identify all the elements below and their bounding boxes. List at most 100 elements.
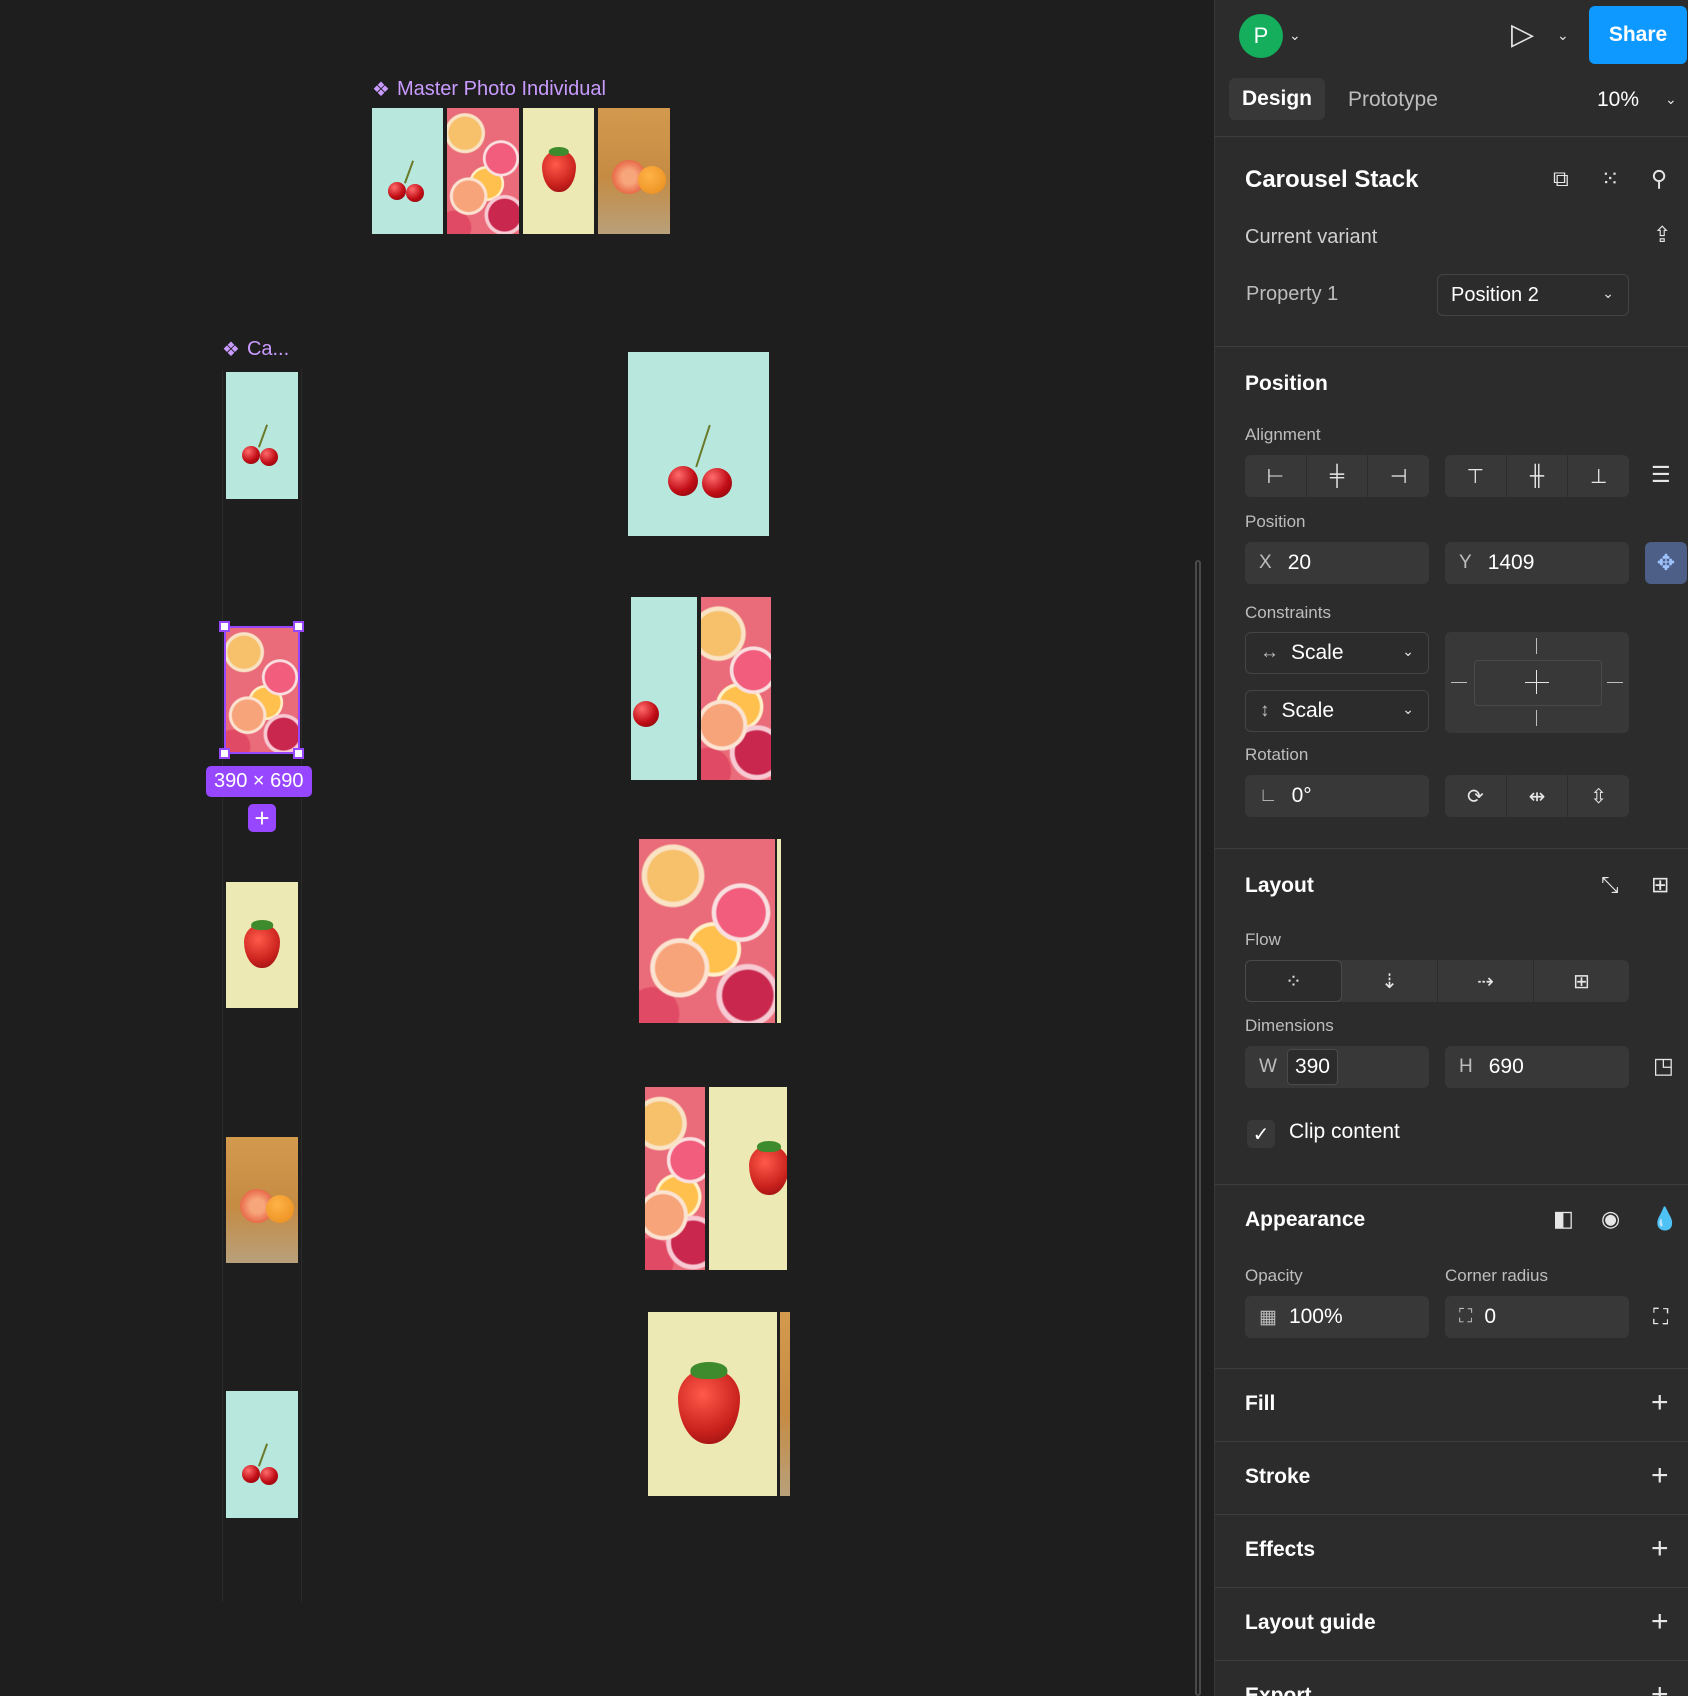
height-input[interactable]: H 690 [1445,1046,1629,1088]
dimensions-label: Dimensions [1245,1016,1334,1035]
angle-icon: ∟ [1259,785,1278,806]
clip-content-label: Clip content [1289,1120,1400,1143]
variant-position-4[interactable] [645,1087,787,1270]
master-photo-frame[interactable] [372,108,670,234]
publish-variant-icon[interactable]: ⇪ [1653,224,1671,246]
horizontal-constraint-select[interactable]: ↔ Scale ⌄ [1245,632,1429,674]
variants-grid-icon[interactable]: ⁙ [1601,168,1619,190]
go-to-main-component-icon[interactable]: ⧉ [1553,168,1569,190]
user-avatar[interactable]: P [1239,14,1283,58]
variant-position-2[interactable] [631,597,771,780]
share-button[interactable]: Share [1589,6,1687,64]
selection-size-badge: 390 × 690 [206,766,312,797]
align-bottom-icon[interactable]: ⊥ [1568,455,1629,497]
flip-horizontal-icon[interactable]: ⇹ [1507,775,1569,817]
variant-position-1[interactable] [628,352,769,536]
add-export-plus-icon[interactable]: + [1651,1680,1669,1696]
vertical-constraint-select[interactable]: ↕ Scale ⌄ [1245,690,1429,732]
constraints-label: Constraints [1245,603,1331,622]
vertical-constraint-icon: ↕ [1260,700,1270,721]
alignment-label: Alignment [1245,425,1321,444]
transform-group: ⟳ ⇹ ⇳ [1445,775,1629,817]
resize-handle-top-right[interactable] [293,621,304,632]
carousel-item-strawberry[interactable] [226,882,298,1008]
blend-mode-icon[interactable]: 💧 [1651,1208,1678,1230]
variant-position-5[interactable] [648,1312,790,1496]
resize-handle-bottom-right[interactable] [293,748,304,759]
component-name: Carousel Stack [1245,166,1419,193]
component-icon: ❖ [222,338,240,361]
align-top-icon[interactable]: ⊤ [1445,455,1507,497]
absolute-position-icon[interactable]: ✥ [1645,542,1687,584]
add-fill-plus-icon[interactable]: + [1651,1388,1669,1418]
play-icon[interactable]: ▷ [1511,20,1534,50]
cherry-photo[interactable] [372,108,443,234]
master-frame-label[interactable]: ❖ Master Photo Individual [372,78,606,101]
carousel-frame-label[interactable]: ❖ Ca... [222,338,289,361]
collapse-layout-icon[interactable]: ⤡ [1601,874,1619,896]
chevron-down-icon[interactable]: ⌄ [1289,28,1301,42]
resize-handle-bottom-left[interactable] [219,748,230,759]
align-center-horizontal-icon[interactable]: ╪ [1307,455,1369,497]
properties-adjust-icon[interactable]: ⚲ [1651,168,1667,190]
properties-panel: P ⌄ ▷ ⌄ Share Design Prototype 10% ⌄ Car… [1214,0,1688,1696]
variant-position-3[interactable] [639,839,781,1023]
align-left-icon[interactable]: ⊢ [1245,455,1307,497]
add-auto-layout-button[interactable]: + [248,804,276,832]
resize-to-fit-icon[interactable]: ◳ [1653,1055,1674,1077]
constraints-widget[interactable] [1445,632,1629,733]
chevron-down-icon[interactable]: ⌄ [1557,28,1569,42]
align-middle-vertical-icon[interactable]: ╫ [1507,455,1569,497]
design-canvas[interactable]: ❖ Master Photo Individual ❖ Ca... 390 × … [0,0,1214,1696]
corner-radius-label: Corner radius [1445,1266,1548,1285]
zoom-level[interactable]: 10% [1597,88,1639,112]
tab-prototype[interactable]: Prototype [1348,88,1438,112]
chevron-down-icon: ⌄ [1402,643,1414,659]
citrus-photo[interactable] [447,108,519,234]
export-section-title: Export [1245,1684,1312,1696]
styles-icon[interactable]: ◧ [1553,1208,1574,1230]
tab-design[interactable]: Design [1229,78,1325,120]
carousel-item-cherry[interactable] [226,372,298,499]
width-input[interactable]: W 390 [1245,1046,1429,1088]
strawberry-photo[interactable] [523,108,594,234]
add-layout-guide-plus-icon[interactable]: + [1651,1607,1669,1637]
grid-flow-icon[interactable]: ⊞ [1534,960,1629,1002]
rotate-90-icon[interactable]: ⟳ [1445,775,1507,817]
vertical-flow-icon[interactable]: ⇣ [1342,960,1438,1002]
independent-corners-icon[interactable]: ⛶ [1653,1306,1668,1328]
horizontal-constraint-icon: ↔ [1260,642,1279,663]
chevron-down-icon[interactable]: ⌄ [1665,92,1677,106]
property-1-select[interactable]: Position 2 ⌄ [1437,274,1629,316]
flip-vertical-icon[interactable]: ⇳ [1568,775,1629,817]
distribute-icon[interactable]: ☰ [1651,464,1671,486]
property-1-label: Property 1 [1246,283,1339,305]
carousel-item-cherry-repeat[interactable] [226,1391,298,1518]
x-position-input[interactable]: X 20 [1245,542,1429,584]
corner-radius-icon: ⛶ [1459,1306,1473,1327]
resize-handle-top-left[interactable] [219,621,230,632]
canvas-vertical-scrollbar[interactable] [1195,560,1201,1696]
opacity-input[interactable]: ▦ 100% [1245,1296,1429,1338]
y-position-input[interactable]: Y 1409 [1445,542,1629,584]
component-icon: ❖ [372,78,390,101]
eye-icon[interactable]: ◉ [1601,1208,1620,1230]
clip-content-checkbox[interactable]: ✓ [1247,1120,1275,1148]
horizontal-alignment-group: ⊢ ╪ ⊣ [1245,455,1429,497]
add-auto-layout-icon[interactable]: ⊞ [1651,874,1669,896]
chevron-down-icon: ⌄ [1602,285,1614,301]
horizontal-flow-icon[interactable]: ⇢ [1438,960,1534,1002]
align-right-icon[interactable]: ⊣ [1368,455,1429,497]
freeform-flow-icon[interactable]: ⁘ [1245,960,1342,1002]
opacity-label: Opacity [1245,1266,1303,1285]
corner-radius-input[interactable]: ⛶ 0 [1445,1296,1629,1338]
flow-group: ⁘ ⇣ ⇢ ⊞ [1245,960,1629,1002]
carousel-item-fruit[interactable] [226,1137,298,1263]
fruit-still-life-photo[interactable] [598,108,670,234]
stroke-section-title: Stroke [1245,1465,1311,1488]
rotation-input[interactable]: ∟ 0° [1245,775,1429,817]
add-stroke-plus-icon[interactable]: + [1651,1461,1669,1491]
layout-guide-section-title: Layout guide [1245,1611,1376,1634]
add-effect-plus-icon[interactable]: + [1651,1534,1669,1564]
current-variant-label: Current variant [1245,226,1378,248]
